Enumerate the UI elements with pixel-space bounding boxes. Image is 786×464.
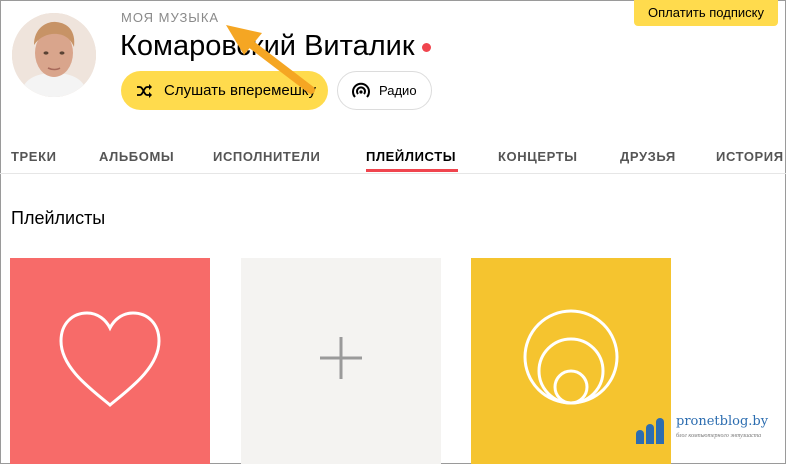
online-status-dot: [422, 43, 431, 52]
active-tab-underline: [366, 169, 458, 172]
my-music-label: МОЯ МУЗЫКА: [121, 10, 220, 25]
user-name: Комаровский Виталик: [120, 30, 415, 62]
shuffle-label: Слушать вперемешку: [164, 82, 317, 99]
radio-label: Радио: [379, 83, 417, 98]
tab-playlists[interactable]: ПЛЕЙЛИСТЫ: [366, 149, 456, 164]
plus-icon: [320, 337, 362, 379]
pay-subscription-button[interactable]: Оплатить подписку: [634, 0, 778, 26]
watermark-tagline: блог компьютерного энтузиаста: [676, 433, 762, 439]
site-watermark: pronetblog.by блог компьютерного энтузиа…: [632, 410, 782, 450]
tab-concerts[interactable]: КОНЦЕРТЫ: [498, 149, 578, 164]
radio-button[interactable]: Радио: [337, 71, 432, 110]
tab-tracks[interactable]: ТРЕКИ: [11, 149, 57, 164]
tab-history[interactable]: ИСТОРИЯ: [716, 149, 784, 164]
new-playlist-tile[interactable]: [241, 258, 441, 464]
tab-artists[interactable]: ИСПОЛНИТЕЛИ: [213, 149, 320, 164]
heart-icon: [59, 311, 161, 407]
section-tabs: ТРЕКИ АЛЬБОМЫ ИСПОЛНИТЕЛИ ПЛЕЙЛИСТЫ КОНЦ…: [0, 140, 786, 174]
radio-wave-icon: [350, 80, 372, 102]
playlists-heading: Плейлисты: [11, 208, 106, 228]
shuffle-play-button[interactable]: Слушать вперемешку: [121, 71, 328, 110]
tab-friends[interactable]: ДРУЗЬЯ: [620, 149, 676, 164]
tab-albums[interactable]: АЛЬБОМЫ: [99, 149, 174, 164]
watermark-brand: pronetblog.by: [676, 414, 769, 429]
avatar[interactable]: [12, 13, 96, 97]
shuffle-icon: [136, 83, 154, 99]
playlist-tile-liked[interactable]: [10, 258, 210, 464]
